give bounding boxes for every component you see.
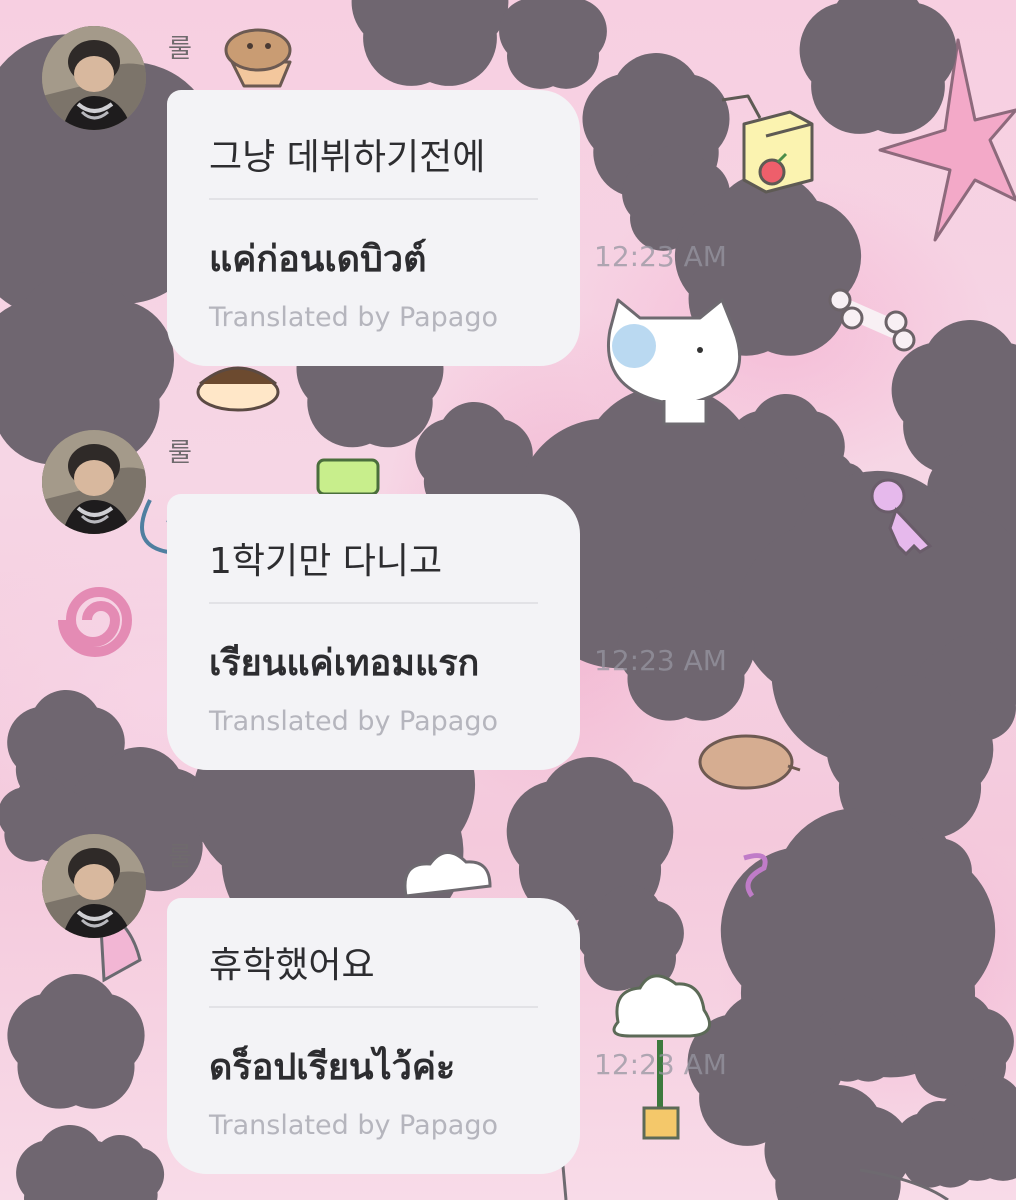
original-text: 1학기만 다니고 bbox=[209, 541, 443, 582]
avatar-photo bbox=[42, 26, 146, 130]
message-row: 룰 휴학했어요 ดร็อปเรียนไว้ค่ะ Translated by P… bbox=[0, 808, 1016, 1188]
translated-text: แค่ก่อนเดบิวต์ bbox=[209, 239, 427, 280]
avatar-photo bbox=[42, 834, 146, 938]
message-bubble[interactable]: 휴학했어요 ดร็อปเรียนไว้ค่ะ Translated by Pap… bbox=[167, 898, 580, 1174]
translation-credit: Translated by Papago bbox=[209, 706, 498, 737]
avatar[interactable] bbox=[42, 26, 146, 130]
message-bubble[interactable]: 그냥 데뷔하기전에 แค่ก่อนเดบิวต์ Translated by P… bbox=[167, 90, 580, 366]
original-text: 휴학했어요 bbox=[209, 945, 375, 986]
divider bbox=[209, 1006, 538, 1008]
avatar[interactable] bbox=[42, 430, 146, 534]
avatar-photo bbox=[42, 430, 146, 534]
translated-text: ดร็อปเรียนไว้ค่ะ bbox=[209, 1047, 456, 1088]
message-time: 12:23 AM bbox=[594, 240, 727, 273]
translated-text: เรียนแค่เทอมแรก bbox=[209, 643, 480, 684]
original-text: 그냥 데뷔하기전에 bbox=[209, 137, 486, 178]
sender-name: 룰 bbox=[168, 438, 192, 468]
divider bbox=[209, 602, 538, 604]
translation-credit: Translated by Papago bbox=[209, 302, 498, 333]
avatar[interactable] bbox=[42, 834, 146, 938]
sender-name: 룰 bbox=[168, 34, 192, 64]
translation-credit: Translated by Papago bbox=[209, 1110, 498, 1141]
sender-name: 룰 bbox=[168, 842, 192, 872]
message-bubble[interactable]: 1학기만 다니고 เรียนแค่เทอมแรก Translated by P… bbox=[167, 494, 580, 770]
message-time: 12:23 AM bbox=[594, 1048, 727, 1081]
message-row: 룰 그냥 데뷔하기전에 แค่ก่อนเดบิวต์ Translated by… bbox=[0, 0, 1016, 380]
message-time: 12:23 AM bbox=[594, 644, 727, 677]
message-row: 룰 1학기만 다니고 เรียนแค่เทอมแรก Translated by… bbox=[0, 404, 1016, 784]
divider bbox=[209, 198, 538, 200]
